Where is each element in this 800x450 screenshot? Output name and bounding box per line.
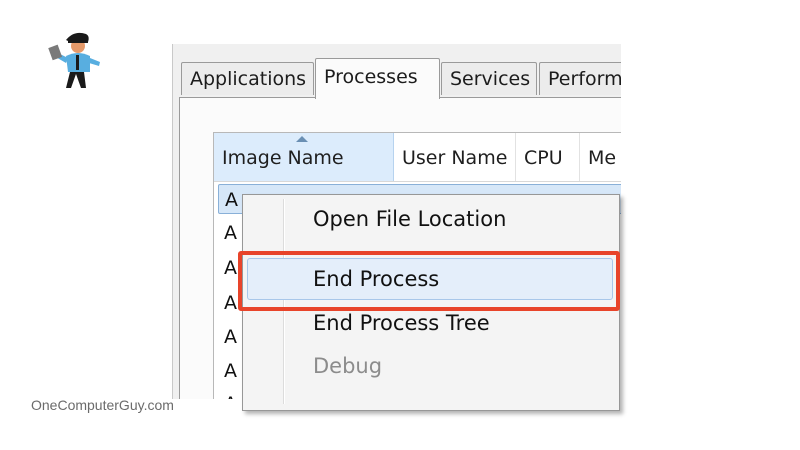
menu-item-end-process-tree[interactable]: End Process Tree [313,311,490,335]
sort-ascending-icon [296,136,308,142]
tab-performance[interactable]: Perform [539,62,621,95]
column-user-name[interactable]: User Name [394,133,516,181]
person-with-laptop-icon [48,32,100,88]
menu-item-debug[interactable]: Debug [313,354,382,378]
column-memory[interactable]: Me [580,133,621,181]
column-label: Image Name [222,147,344,169]
column-label: User Name [402,147,508,169]
tab-bar: Applications Processes Services Perform [181,58,621,99]
tab-processes[interactable]: Processes [315,58,440,99]
watermark: OneComputerGuy.com [31,397,174,413]
column-image-name[interactable]: Image Name [214,133,394,181]
column-label: Me [588,147,617,169]
tab-applications[interactable]: Applications [181,62,314,95]
menu-item-open-file-location[interactable]: Open File Location [313,207,506,231]
callout-highlight-box [238,251,620,311]
column-cpu[interactable]: CPU [516,133,580,181]
column-label: CPU [524,147,563,169]
tab-services[interactable]: Services [441,62,537,95]
column-header-row: Image Name User Name CPU Me [214,133,621,182]
